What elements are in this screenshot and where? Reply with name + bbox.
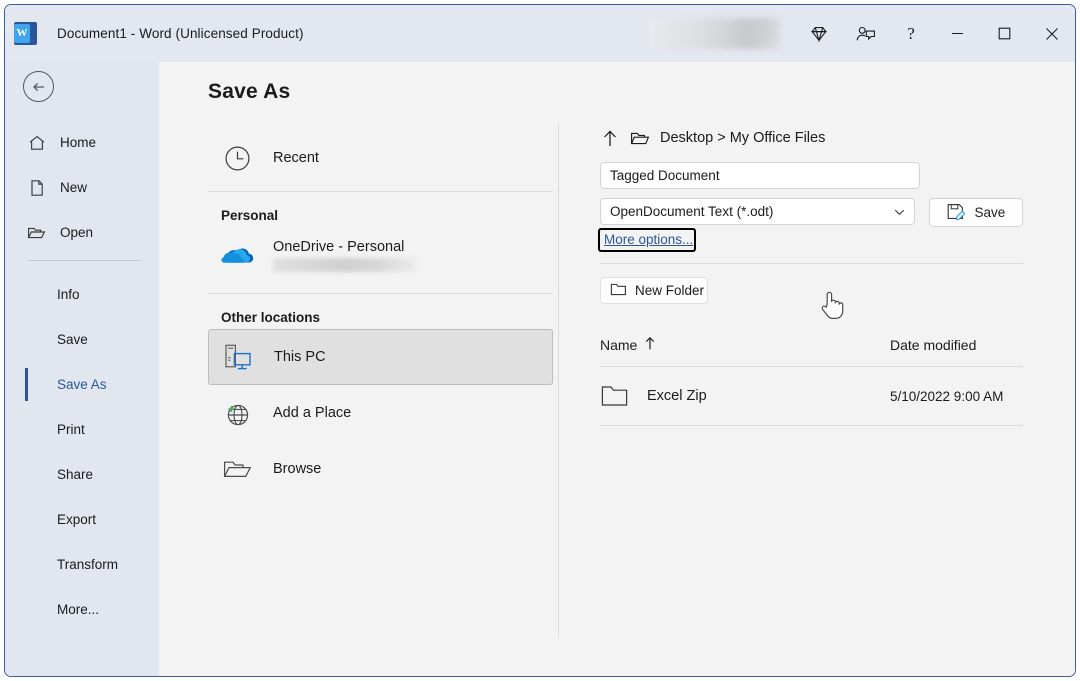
new-document-icon	[27, 179, 46, 197]
new-folder-button[interactable]: New Folder	[600, 277, 708, 304]
place-label: Browse	[273, 461, 321, 477]
breadcrumb[interactable]: Desktop > My Office Files	[600, 123, 1023, 153]
sidebar-item-save-as[interactable]: Save As	[5, 362, 159, 407]
more-options-wrapper: More options...	[600, 231, 697, 249]
clock-icon	[221, 143, 254, 174]
redacted-account-name	[647, 18, 782, 49]
sidebar-item-label: Share	[57, 467, 93, 482]
place-label: Recent	[273, 150, 319, 166]
add-place-globe-icon	[221, 398, 254, 429]
sidebar-item-label: Transform	[57, 557, 118, 572]
place-add-a-place[interactable]: Add a Place	[208, 385, 553, 441]
sidebar-item-label: New	[60, 180, 87, 195]
sidebar-item-print[interactable]: Print	[5, 407, 159, 452]
this-pc-icon	[222, 343, 255, 372]
sidebar-item-label: More...	[57, 602, 99, 617]
new-folder-icon	[610, 282, 627, 300]
sidebar-item-label: Info	[57, 287, 80, 302]
hand-pointer-cursor	[818, 289, 846, 321]
up-arrow-icon[interactable]	[600, 129, 619, 148]
column-header-date[interactable]: Date modified	[890, 337, 976, 353]
sidebar-item-share[interactable]: Share	[5, 452, 159, 497]
sidebar-top-nav: Home New Open	[5, 120, 159, 255]
close-icon[interactable]	[1028, 5, 1075, 62]
place-onedrive-label: OneDrive - Personal	[273, 239, 416, 272]
save-disk-icon	[946, 202, 965, 224]
sidebar-item-info[interactable]: Info	[5, 272, 159, 317]
places-column: Recent Personal OneDrive - Personal	[208, 130, 553, 497]
share-person-icon[interactable]	[842, 5, 888, 62]
title-bar: W Document1 - Word (Unlicensed Product)	[5, 5, 1075, 62]
column-header-name[interactable]: Name	[600, 336, 890, 354]
onedrive-cloud-icon	[221, 243, 254, 267]
sidebar-nav-list: Info Save Save As Print Share Export Tra…	[5, 272, 159, 632]
sidebar-item-label: Save	[57, 332, 88, 347]
file-format-select[interactable]: OpenDocument Text (*.odt)	[600, 198, 915, 225]
places-heading-personal: Personal	[208, 192, 553, 227]
place-this-pc[interactable]: This PC	[208, 329, 553, 385]
format-and-save-row: OpenDocument Text (*.odt)	[600, 189, 1023, 227]
sidebar-item-label: Home	[60, 135, 96, 150]
word-icon: W	[14, 22, 37, 45]
place-browse[interactable]: Browse	[208, 441, 553, 497]
folder-icon	[629, 130, 650, 147]
place-label: OneDrive - Personal	[273, 239, 416, 255]
sidebar-item-label: Save As	[57, 377, 107, 392]
save-as-pane: Save As Recent Personal	[159, 62, 1076, 677]
sidebar-item-new[interactable]: New	[5, 165, 159, 210]
sidebar-item-save[interactable]: Save	[5, 317, 159, 362]
column-header-label: Name	[600, 337, 637, 353]
more-options-link[interactable]: More options...	[600, 231, 697, 249]
column-divider	[558, 123, 559, 638]
place-onedrive-personal[interactable]: OneDrive - Personal	[208, 227, 553, 283]
save-panel: Desktop > My Office Files Tagged Documen…	[600, 123, 1023, 426]
file-date-modified: 5/10/2022 9:00 AM	[890, 389, 1003, 404]
browse-folder-icon	[221, 456, 254, 482]
panel-divider-3	[600, 425, 1023, 426]
sidebar-item-label: Print	[57, 422, 85, 437]
new-folder-label: New Folder	[635, 283, 704, 298]
save-button-label: Save	[974, 205, 1005, 220]
file-format-value: OpenDocument Text (*.odt)	[610, 204, 773, 219]
minimize-icon[interactable]	[934, 5, 981, 62]
table-row[interactable]: Excel Zip 5/10/2022 9:00 AM	[600, 367, 1023, 425]
filename-value: Tagged Document	[610, 168, 720, 183]
sidebar-item-export[interactable]: Export	[5, 497, 159, 542]
open-folder-icon	[27, 224, 46, 242]
place-recent[interactable]: Recent	[208, 130, 553, 186]
filename-input[interactable]: Tagged Document	[600, 162, 920, 189]
sidebar-item-label: Open	[60, 225, 93, 240]
sidebar-item-open[interactable]: Open	[5, 210, 159, 255]
folder-icon	[600, 383, 647, 409]
back-arrow-icon[interactable]	[23, 71, 54, 102]
window-title: Document1 - Word (Unlicensed Product)	[57, 26, 304, 41]
chevron-down-icon	[894, 204, 905, 219]
maximize-icon[interactable]	[981, 5, 1028, 62]
home-icon	[27, 134, 46, 152]
place-label: Add a Place	[273, 405, 351, 421]
sidebar-item-label: Export	[57, 512, 96, 527]
page-title: Save As	[208, 80, 290, 104]
panel-divider-1	[600, 263, 1023, 264]
file-name: Excel Zip	[647, 388, 890, 404]
sidebar-item-transform[interactable]: Transform	[5, 542, 159, 587]
title-bar-right-group: ?	[647, 5, 1075, 62]
backstage-sidebar: Home New Open	[5, 62, 159, 677]
place-label: This PC	[274, 349, 326, 365]
help-icon[interactable]: ?	[888, 5, 934, 62]
places-heading-other: Other locations	[208, 294, 553, 329]
diamond-icon[interactable]	[796, 5, 842, 62]
save-button[interactable]: Save	[929, 198, 1023, 227]
breadcrumb-path: Desktop > My Office Files	[660, 130, 825, 146]
redacted-account-email	[273, 258, 416, 272]
sidebar-item-more[interactable]: More...	[5, 587, 159, 632]
sidebar-item-home[interactable]: Home	[5, 120, 159, 165]
sort-ascending-arrow-icon	[644, 336, 656, 354]
sidebar-divider	[28, 260, 141, 261]
word-save-as-window: W Document1 - Word (Unlicensed Product)	[4, 4, 1076, 677]
file-list-header: Name Date modified	[600, 334, 1023, 356]
